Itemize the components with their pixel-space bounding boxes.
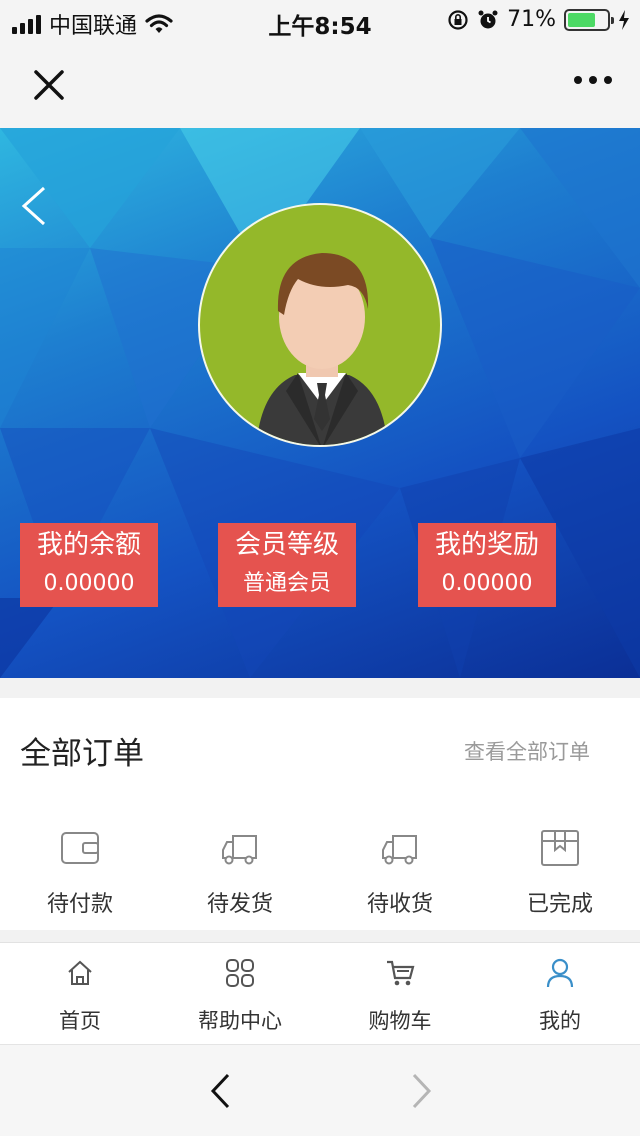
order-pending-payment[interactable]: 待付款 xyxy=(0,828,160,918)
wallet-icon xyxy=(61,832,99,864)
battery-fill xyxy=(568,12,595,27)
tab-help-center[interactable]: 帮助中心 xyxy=(160,943,320,1044)
tab-label: 购物车 xyxy=(368,1009,432,1033)
member-level-card[interactable]: 会员等级 普通会员 xyxy=(218,523,356,607)
alarm-icon xyxy=(478,10,498,28)
tab-label: 帮助中心 xyxy=(198,1009,282,1033)
user-avatar-icon xyxy=(256,253,388,445)
browser-forward-icon[interactable] xyxy=(404,1071,438,1111)
reward-card[interactable]: 我的奖励 0.00000 xyxy=(418,523,556,607)
tab-label: 首页 xyxy=(59,1009,101,1033)
box-icon xyxy=(541,830,579,866)
tab-home[interactable]: 首页 xyxy=(0,943,160,1044)
cart-icon xyxy=(387,960,415,986)
tab-label: 我的 xyxy=(539,1009,581,1033)
profile-header: 我的余额 0.00000 会员等级 普通会员 我的奖励 0.00000 xyxy=(0,128,640,678)
status-right: 71% xyxy=(447,7,630,32)
charging-icon xyxy=(619,9,629,30)
battery-icon xyxy=(564,8,614,31)
order-pending-receipt[interactable]: 待收货 xyxy=(320,828,480,918)
order-item-label: 待收货 xyxy=(366,892,433,917)
tab-mine[interactable]: 我的 xyxy=(480,943,640,1044)
truck-icon xyxy=(222,835,257,865)
rotation-lock-icon xyxy=(448,9,468,30)
orders-section: 全部订单 查看全部订单 待付款 待发货 待收货 已完成 xyxy=(0,698,640,930)
member-level-value: 普通会员 xyxy=(242,571,331,596)
member-level-label: 会员等级 xyxy=(234,530,339,560)
order-item-label: 待发货 xyxy=(206,892,273,917)
browser-back-icon[interactable] xyxy=(204,1071,238,1111)
orders-title: 全部订单 xyxy=(20,736,144,772)
tab-cart[interactable]: 购物车 xyxy=(320,943,480,1044)
order-completed[interactable]: 已完成 xyxy=(480,828,640,918)
balance-value: 0.00000 xyxy=(43,571,135,596)
back-icon[interactable] xyxy=(16,184,52,228)
more-icon[interactable] xyxy=(574,76,612,84)
grid-icon xyxy=(226,959,254,987)
balance-label: 我的余额 xyxy=(36,530,141,560)
order-item-label: 待付款 xyxy=(46,892,113,917)
status-bar: 中国联通 上午8:54 71% xyxy=(0,0,640,42)
truck-icon xyxy=(382,835,417,865)
user-icon xyxy=(546,958,574,988)
reward-value: 0.00000 xyxy=(441,571,533,596)
page: 中国联通 上午8:54 71% 我的余额 0.00000 会员等级 普通会员 我… xyxy=(0,0,640,1136)
order-status-list: 待付款 待发货 待收货 已完成 xyxy=(0,828,640,918)
nav-bar xyxy=(0,42,640,128)
order-pending-shipment[interactable]: 待发货 xyxy=(160,828,320,918)
battery-percent: 71% xyxy=(507,7,556,32)
reward-label: 我的奖励 xyxy=(434,530,539,560)
home-icon xyxy=(68,960,92,985)
browser-toolbar xyxy=(0,1044,640,1136)
close-icon[interactable] xyxy=(26,62,72,108)
avatar[interactable] xyxy=(198,203,442,447)
order-item-label: 已完成 xyxy=(526,892,593,917)
view-all-orders-link[interactable]: 查看全部订单 xyxy=(464,736,590,766)
balance-card[interactable]: 我的余额 0.00000 xyxy=(20,523,158,607)
tab-bar: 首页 帮助中心 购物车 我的 xyxy=(0,942,640,1044)
